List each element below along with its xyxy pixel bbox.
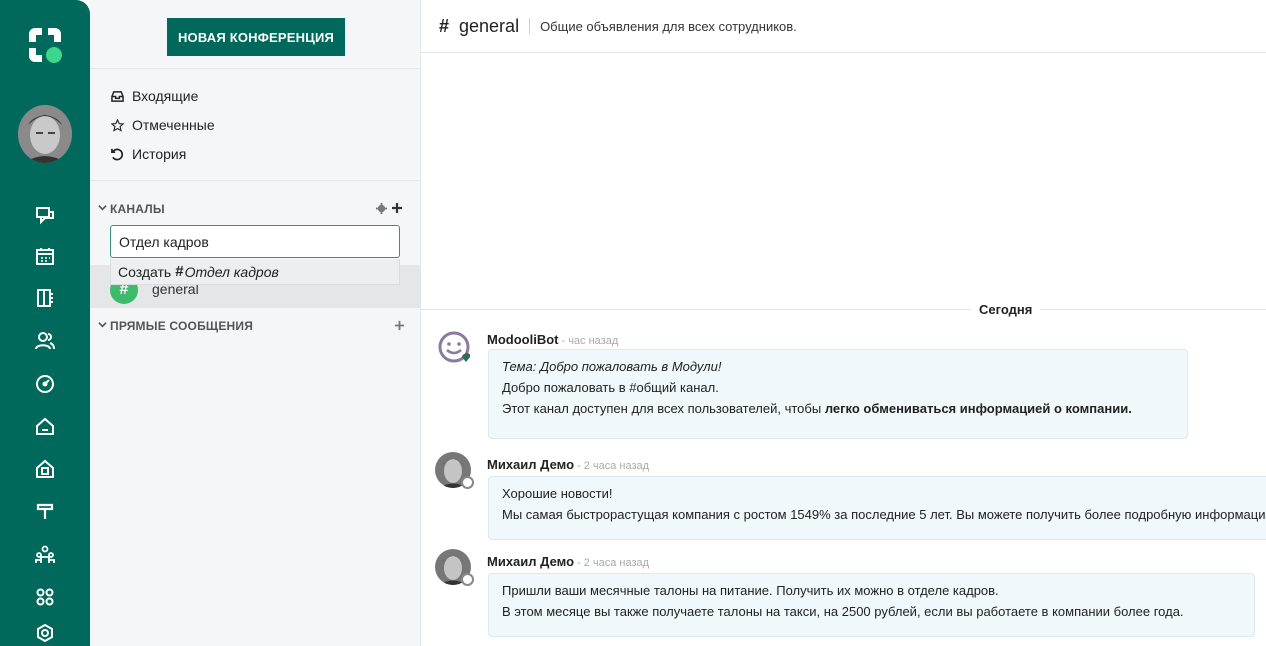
status-indicator xyxy=(461,573,474,586)
dashboard-icon[interactable] xyxy=(34,373,56,395)
user-avatar[interactable] xyxy=(18,105,72,163)
channels-header-label: КАНАЛЫ xyxy=(110,202,165,216)
sidebar: НОВАЯ КОНФЕРЕНЦИЯ Входящие Отмеченные Ис… xyxy=(90,0,421,646)
message-line: Тема: Добро пожаловать в Модули! xyxy=(502,359,722,374)
author-name[interactable]: Михаил Демо xyxy=(487,457,574,472)
channel-title[interactable]: general xyxy=(459,16,519,37)
contacts-icon[interactable] xyxy=(34,287,56,309)
chevron-down-icon xyxy=(98,320,107,332)
message-bubble: Хорошие новости! Мы самая быстрорастущая… xyxy=(488,476,1266,540)
nav-inbox-label: Входящие xyxy=(132,88,199,104)
status-indicator xyxy=(461,476,474,489)
nav-history[interactable]: История xyxy=(110,144,186,164)
author-name[interactable]: Михаил Демо xyxy=(487,554,574,569)
new-conference-button[interactable]: НОВАЯ КОНФЕРЕНЦИЯ xyxy=(167,18,345,56)
calendar-icon[interactable] xyxy=(34,245,56,267)
message-line: Добро пожаловать в #общий канал. xyxy=(502,380,719,395)
message-line: Хорошие новости! xyxy=(502,486,613,501)
star-icon xyxy=(110,118,124,132)
channels-section-header[interactable]: КАНАЛЫ xyxy=(98,202,165,216)
inbox-icon xyxy=(110,89,124,103)
nav-history-label: История xyxy=(132,146,187,162)
message-line: Мы самая быстрорастущая компания с росто… xyxy=(502,507,1266,522)
author-line: ModooliBot - час назад xyxy=(487,332,618,347)
suggestion-hash: # xyxy=(175,263,184,280)
suggestion-prefix: Создать xyxy=(118,263,172,280)
divider xyxy=(90,180,421,181)
apps-icon[interactable] xyxy=(34,586,56,608)
author-line: Михаил Демо - 2 часа назад xyxy=(487,554,649,569)
plus-icon[interactable] xyxy=(394,318,405,336)
message-bubble: Тема: Добро пожаловать в Модули! Добро п… xyxy=(488,349,1188,439)
new-channel-input[interactable] xyxy=(110,225,400,258)
nav-starred-label: Отмеченные xyxy=(132,117,215,133)
direct-header-label: ПРЯМЫЕ СООБЩЕНИЯ xyxy=(110,319,254,333)
app-rail xyxy=(0,0,90,646)
settings-icon[interactable] xyxy=(34,622,56,644)
channel-hash-icon: # xyxy=(439,15,450,36)
day-divider xyxy=(421,309,1266,310)
suggestion-channel-name: Отдел кадров xyxy=(184,263,279,280)
message-line: Этот канал доступен для всех пользовател… xyxy=(502,398,1174,419)
divider xyxy=(529,18,531,34)
bot-avatar[interactable] xyxy=(437,330,473,366)
team-icon[interactable] xyxy=(34,544,56,566)
message-time: - час назад xyxy=(561,335,619,347)
message-bubble: Пришли ваши месячные талоны на питание. … xyxy=(488,573,1255,637)
nav-inbox[interactable]: Входящие xyxy=(110,86,198,106)
channel-actions xyxy=(376,201,403,219)
day-label: Сегодня xyxy=(971,302,1041,317)
users-icon[interactable] xyxy=(34,330,56,352)
create-channel-suggestion[interactable]: Создать # Отдел кадров xyxy=(110,259,400,285)
chat-icon[interactable] xyxy=(34,204,56,226)
direct-actions xyxy=(394,318,405,336)
gear-icon[interactable] xyxy=(376,201,387,219)
author-name[interactable]: ModooliBot xyxy=(487,332,558,347)
history-icon xyxy=(110,147,124,161)
nav-starred[interactable]: Отмеченные xyxy=(110,115,215,135)
message-line: Пришли ваши месячные талоны на питание. … xyxy=(502,583,999,598)
message-time: - 2 часа назад xyxy=(577,557,650,569)
message-line: В этом месяце вы также получаете талоны … xyxy=(502,604,1184,619)
modooli-logo[interactable] xyxy=(25,24,65,66)
home-icon[interactable] xyxy=(34,415,56,437)
message-time: - 2 часа назад xyxy=(577,460,650,472)
author-line: Михаил Демо - 2 часа назад xyxy=(487,457,649,472)
chevron-down-icon xyxy=(98,203,107,215)
message-text-bold: легко обмениваться информацией о компани… xyxy=(824,401,1132,416)
chat-main: # general Общие объявления для всех сотр… xyxy=(421,0,1266,646)
plus-icon[interactable] xyxy=(391,201,403,219)
building-icon[interactable] xyxy=(34,458,56,480)
direct-messages-section-header[interactable]: ПРЯМЫЕ СООБЩЕНИЯ xyxy=(98,319,253,333)
divider xyxy=(90,68,421,69)
channel-topic: Общие объявления для всех сотрудников. xyxy=(540,18,797,34)
message-text: Этот канал доступен для всех пользовател… xyxy=(502,401,825,416)
channel-header: # general Общие объявления для всех сотр… xyxy=(421,0,1266,53)
tools-icon[interactable] xyxy=(34,500,56,522)
